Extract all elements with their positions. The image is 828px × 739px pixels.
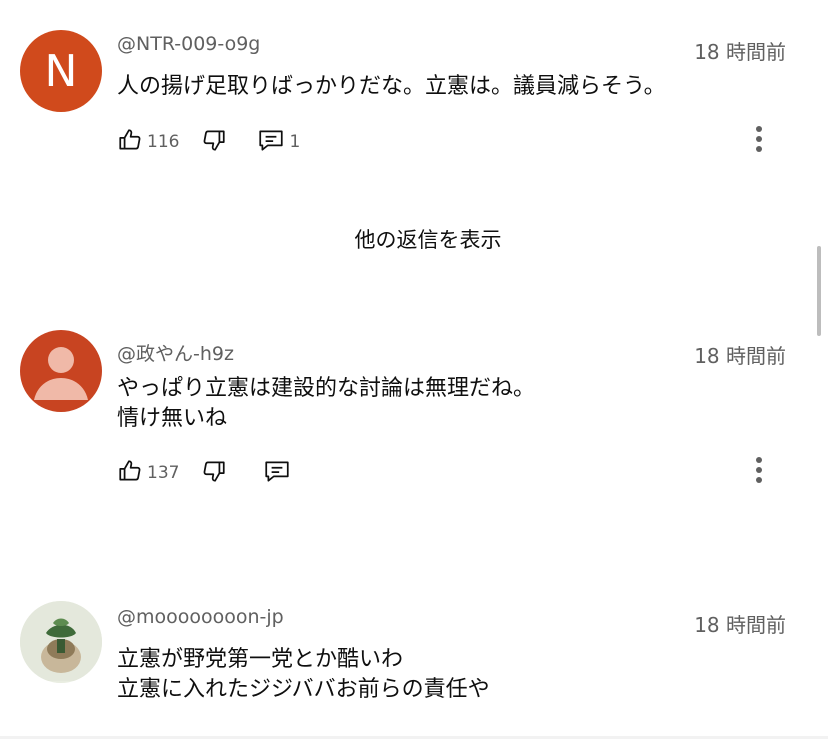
more-options-button[interactable] [744,124,774,158]
comment-author[interactable]: @政やん-h9z [117,339,234,366]
more-vert-icon [755,124,763,158]
dislike-icon [201,458,227,488]
reply-button[interactable] [263,458,291,488]
show-more-replies-button[interactable]: 他の返信を表示 [0,224,828,254]
like-icon [117,127,143,157]
avatar-letter: N [44,45,78,97]
reply-icon [263,458,291,488]
comment-actions: 116 1 [117,127,300,157]
like-icon [117,458,143,488]
comment-text: やっぱり立憲は建設的な討論は無理だね。 情け無いね [117,376,536,431]
reply-count: 1 [289,132,301,152]
comment-time[interactable]: 18 時間前 [694,609,786,638]
dislike-icon [201,127,227,157]
more-options-button[interactable] [744,455,774,489]
comment-time[interactable]: 18 時間前 [694,36,786,65]
avatar[interactable]: N [20,30,102,112]
like-count: 137 [147,463,180,483]
like-button[interactable]: 137 [117,458,179,488]
profile-photo-icon [20,601,102,683]
like-count: 116 [147,132,180,152]
dislike-button[interactable] [201,127,227,157]
comment-author[interactable]: @NTR-009-o9g [117,33,260,55]
comment-text: 人の揚げ足取りばっかりだな。立憲は。議員減らそう。 [117,74,666,99]
avatar[interactable] [20,330,102,412]
scrollbar[interactable] [817,246,821,336]
dislike-button[interactable] [201,458,227,488]
reply-button[interactable]: 1 [257,127,300,157]
like-button[interactable]: 116 [117,127,179,157]
comment-time[interactable]: 18 時間前 [694,340,786,369]
more-vert-icon [755,455,763,489]
avatar[interactable] [20,601,102,683]
comment-text: 立憲が野党第一党とか酷いわ 立憲に入れたジジババお前らの責任や [117,647,490,702]
comment-actions: 137 [117,458,291,488]
comment-author[interactable]: @moooooooon-jp [117,606,284,628]
reply-icon [257,127,285,157]
default-avatar-icon [20,330,102,412]
